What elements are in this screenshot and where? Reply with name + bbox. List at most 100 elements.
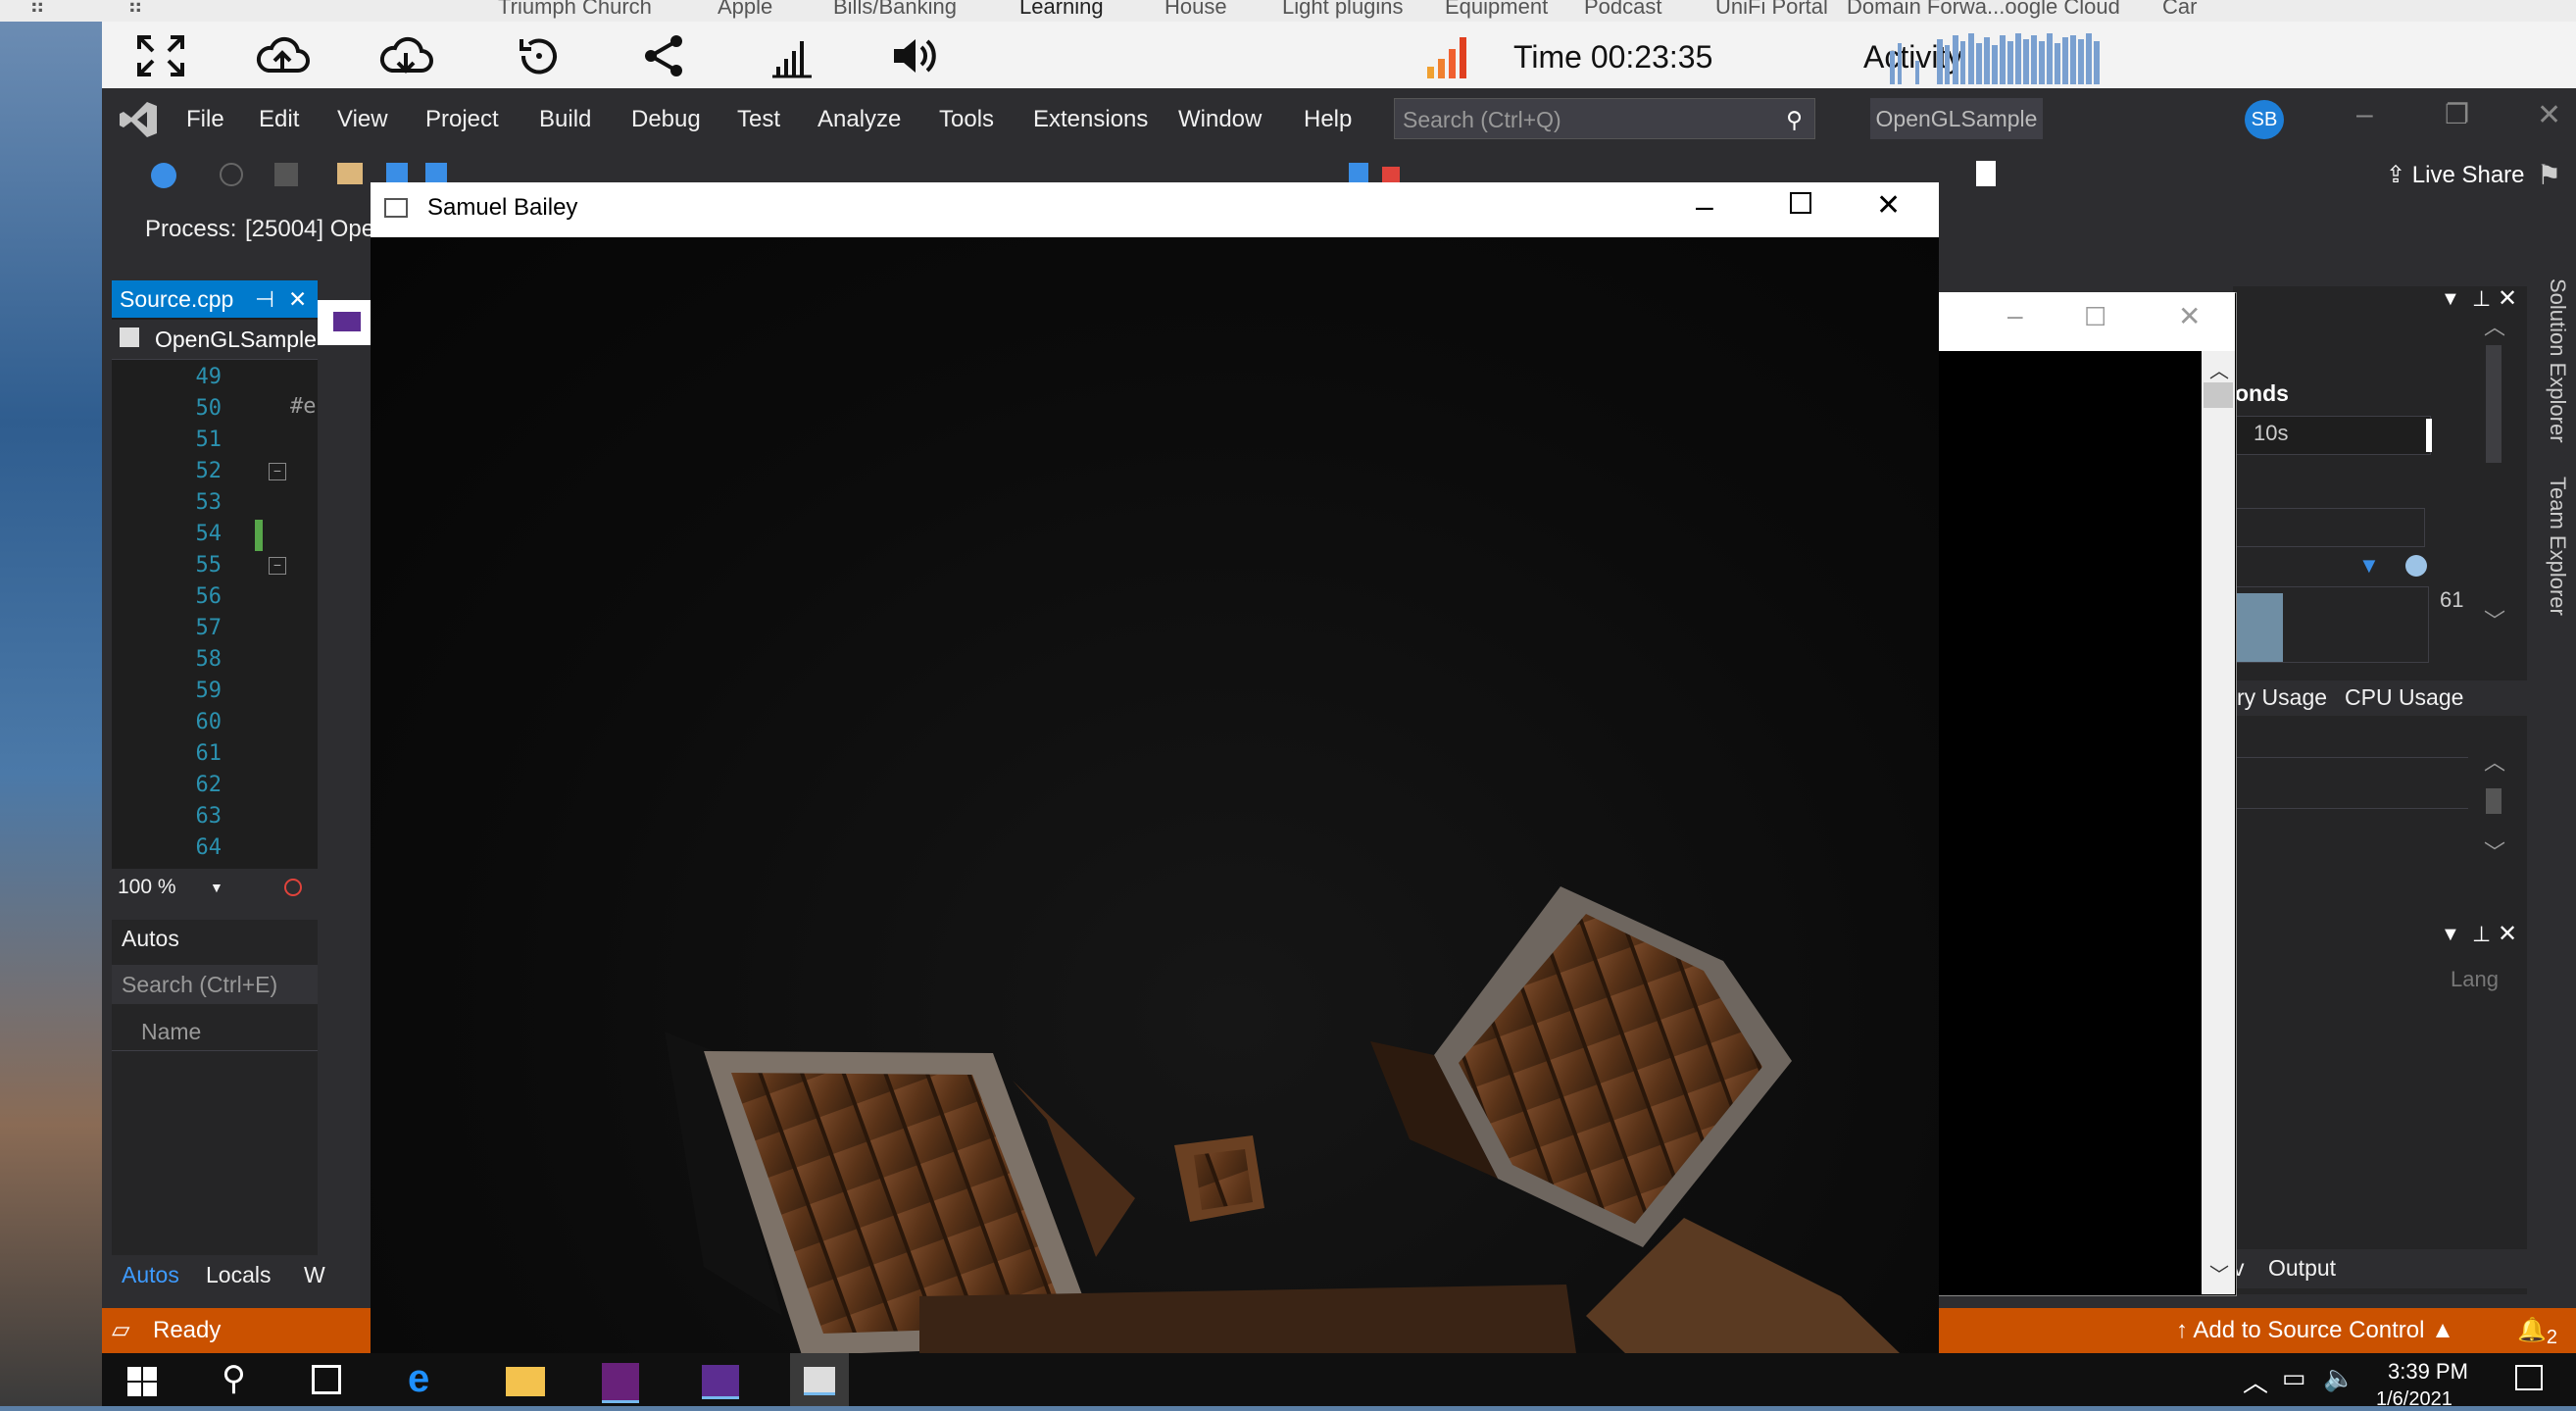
visual-studio-taskbar-icon[interactable] (602, 1363, 639, 1403)
clock-date[interactable]: 1/6/2021 (2376, 1388, 2452, 1411)
bookmark-item[interactable]: Learning (1019, 0, 1104, 18)
scroll-down-icon[interactable]: ﹀ (2484, 835, 2505, 867)
scroll-up-icon[interactable]: ︿ (2484, 310, 2505, 341)
collapse-icon[interactable]: − (269, 557, 286, 575)
bookmark-item[interactable]: Car (2162, 0, 2197, 18)
fullscreen-icon[interactable] (133, 31, 188, 80)
menu-test[interactable]: Test (737, 106, 780, 133)
scrollbar[interactable] (2486, 345, 2502, 463)
scroll-thumb[interactable] (2204, 382, 2233, 408)
scroll-up-icon[interactable]: ︿ (2484, 745, 2505, 777)
tab-solution-explorer[interactable]: Solution Explorer (2545, 278, 2570, 443)
menu-edit[interactable]: Edit (259, 106, 299, 133)
chevron-down-icon[interactable]: ▼ (2441, 924, 2460, 946)
search-icon[interactable]: ⚲ (222, 1359, 246, 1398)
error-icon[interactable] (284, 879, 302, 896)
speaker-icon[interactable]: 🔈 (2323, 1363, 2354, 1393)
pause-icon[interactable] (1349, 163, 1368, 184)
close-button[interactable]: ✕ (2537, 98, 2561, 132)
bookmark-item[interactable]: Apple (718, 0, 772, 18)
process-value[interactable]: [25004] Ope (245, 216, 374, 243)
clock-time[interactable]: 3:39 PM (2388, 1359, 2468, 1385)
menu-window[interactable]: Window (1178, 106, 1262, 133)
new-project-icon[interactable] (274, 163, 298, 186)
collapse-icon[interactable]: − (269, 463, 286, 480)
scroll-down-icon[interactable]: ﹀ (2209, 1259, 2229, 1287)
bookmark-icon[interactable] (1976, 161, 1996, 186)
apps-grid-icon[interactable]: ⠿ (29, 0, 45, 18)
bookmark-item[interactable]: Light plugins (1282, 0, 1404, 18)
maximize-button[interactable]: ☐ (2084, 302, 2106, 332)
file-explorer-icon[interactable] (506, 1367, 545, 1396)
console-taskbar-icon[interactable] (702, 1365, 739, 1399)
close-button[interactable]: ✕ (2178, 300, 2201, 332)
menu-debug[interactable]: Debug (631, 106, 701, 133)
action-center-icon[interactable] (2515, 1365, 2543, 1390)
bookmark-item[interactable]: Podcast (1584, 0, 1662, 18)
restart-icon[interactable] (512, 31, 567, 80)
minimize-button[interactable]: – (2007, 300, 2023, 331)
opengl-render-canvas[interactable] (371, 237, 1939, 1355)
tab-autos[interactable]: Autos (122, 1257, 179, 1292)
menu-help[interactable]: Help (1304, 106, 1352, 133)
scrollbar[interactable] (2486, 788, 2502, 814)
bookmark-item[interactable]: UniFi Portal (1715, 0, 1828, 18)
live-share-button[interactable]: ⇪ Live Share (2386, 161, 2525, 189)
internet-explorer-icon[interactable]: e (408, 1357, 429, 1401)
minimize-button[interactable]: – (1696, 188, 1713, 225)
zoom-control[interactable]: 100 % ▼ (112, 871, 318, 904)
scroll-down-icon[interactable]: ﹀ (2484, 604, 2505, 635)
bookmark-item[interactable]: Domain Forwa...oogle Cloud (1847, 0, 2120, 18)
pin-icon[interactable]: ⊣ (255, 280, 274, 318)
pin-icon[interactable]: ⊥ (2472, 286, 2491, 312)
restore-button[interactable]: ❐ (2445, 98, 2469, 130)
maximize-button[interactable] (1790, 192, 1811, 214)
save-all-icon[interactable] (425, 163, 447, 184)
close-tab-icon[interactable]: ✕ (288, 280, 307, 318)
close-icon[interactable]: ✕ (2498, 920, 2517, 948)
task-view-icon[interactable] (312, 1365, 341, 1394)
tab-memory-usage[interactable]: ry Usage (2237, 684, 2327, 711)
console-scrollbar[interactable]: ︿ ﹀ (2202, 351, 2235, 1294)
autos-search-input[interactable]: Search (Ctrl+E) (112, 965, 318, 1004)
menu-tools[interactable]: Tools (939, 106, 994, 133)
menu-project[interactable]: Project (425, 106, 499, 133)
forward-icon[interactable] (220, 163, 243, 186)
notifications-button[interactable]: 🔔2 (2517, 1308, 2557, 1360)
tab-output[interactable]: Output (2268, 1255, 2336, 1282)
menu-extensions[interactable]: Extensions (1033, 106, 1148, 133)
tab-cpu-usage[interactable]: CPU Usage (2345, 684, 2463, 711)
volume-icon[interactable] (886, 31, 941, 80)
bookmark-item[interactable]: Bills/Banking (833, 0, 957, 18)
save-icon[interactable] (386, 163, 408, 184)
close-icon[interactable]: ✕ (2498, 284, 2517, 313)
menu-build[interactable]: Build (539, 106, 591, 133)
tab-source-cpp[interactable]: Source.cpp ⊣ ✕ (112, 280, 318, 318)
tab-team-explorer[interactable]: Team Explorer (2545, 477, 2570, 616)
tray-chevron-up-icon[interactable]: ︿ (2243, 1363, 2268, 1399)
back-icon[interactable] (151, 163, 176, 188)
bookmark-item[interactable]: Triumph Church (498, 0, 652, 18)
scroll-up-icon[interactable]: ︿ (2209, 355, 2229, 383)
feedback-icon[interactable]: ⚑ (2537, 159, 2561, 191)
avatar[interactable]: SB (2245, 100, 2284, 139)
bookmark-item[interactable]: Equipment (1445, 0, 1548, 18)
project-dropdown[interactable]: OpenGLSample (112, 320, 318, 360)
menu-file[interactable]: File (186, 106, 224, 133)
signal-icon[interactable] (765, 31, 819, 80)
diag-timeline[interactable]: 10s (2233, 416, 2432, 455)
start-icon[interactable] (127, 1367, 157, 1396)
vs-search-box[interactable]: Search (Ctrl+Q) ⚲ (1394, 98, 1815, 139)
close-button[interactable]: ✕ (1876, 188, 1901, 223)
cloud-upload-icon[interactable] (255, 31, 310, 80)
share-icon[interactable] (637, 31, 692, 80)
bookmark-item[interactable]: House (1164, 0, 1227, 18)
gl-app-taskbar-button[interactable] (790, 1353, 849, 1406)
menu-view[interactable]: View (337, 106, 388, 133)
open-folder-icon[interactable] (337, 163, 363, 184)
pin-icon[interactable]: ⊥ (2472, 922, 2491, 947)
network-icon[interactable]: ▭ (2282, 1363, 2306, 1393)
apps-grid-icon[interactable]: ⠿ (127, 0, 143, 18)
tab-locals[interactable]: Locals (206, 1257, 271, 1292)
add-source-control-button[interactable]: ↑ Add to Source Control ▲ (2176, 1308, 2454, 1353)
